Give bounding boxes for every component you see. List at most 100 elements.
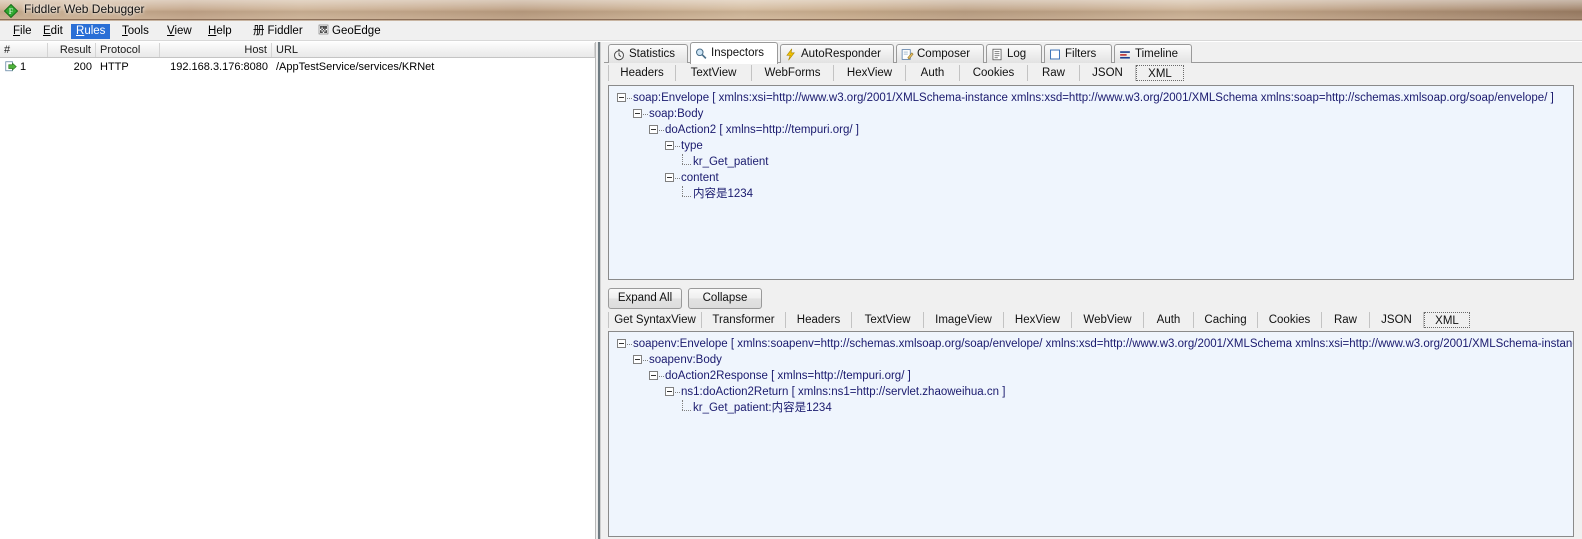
tree-node[interactable]: soapenv:Body bbox=[649, 352, 722, 368]
request-tab-cookies[interactable]: Cookies bbox=[960, 65, 1028, 81]
response-tab-hexview[interactable]: HexView bbox=[1004, 312, 1072, 328]
tab-label: Composer bbox=[917, 48, 971, 60]
tree-expander-icon[interactable] bbox=[617, 93, 626, 102]
stopwatch-icon bbox=[614, 49, 624, 61]
tree-node[interactable]: soap:Body bbox=[649, 106, 703, 122]
tab-log[interactable]: Log bbox=[986, 44, 1042, 63]
tree-connector-line bbox=[627, 98, 632, 100]
tree-node[interactable]: kr_Get_patient bbox=[693, 154, 768, 170]
response-tab-textview[interactable]: TextView bbox=[852, 312, 924, 328]
response-xml-tree[interactable]: soapenv:Envelope [ xmlns:soapenv=http://… bbox=[608, 331, 1574, 537]
request-tab-json[interactable]: JSON bbox=[1080, 65, 1136, 81]
session-list-pane: # Result Protocol Host URL 1 200 HTTP 192.168.3… bbox=[0, 42, 596, 539]
tab-composer[interactable]: Composer bbox=[896, 44, 984, 63]
fiddler-menu-cjk-glyph: 册 bbox=[253, 25, 265, 37]
titlebar-glass-sheen bbox=[0, 0, 1582, 9]
expand-all-button[interactable]: Expand All bbox=[608, 288, 682, 309]
response-tab-get-syntaxview[interactable]: Get SyntaxView bbox=[608, 312, 702, 328]
tree-node[interactable]: doAction2Response [ xmlns=http://tempuri… bbox=[665, 368, 911, 384]
column-header-host[interactable]: Host bbox=[160, 43, 272, 57]
table-row[interactable]: 1 200 HTTP 192.168.3.176:8080/AppTestServic… bbox=[0, 59, 595, 75]
column-header-num[interactable]: # bbox=[0, 43, 48, 57]
menu-item-label: Edit bbox=[43, 25, 63, 37]
collapse-button[interactable]: Collapse bbox=[688, 288, 762, 309]
response-tab-cookies[interactable]: Cookies bbox=[1258, 312, 1322, 328]
response-tab-raw[interactable]: Raw bbox=[1322, 312, 1370, 328]
tree-expander-icon[interactable] bbox=[665, 141, 674, 150]
request-tab-headers[interactable]: Headers bbox=[608, 65, 676, 81]
qr-noise-icon bbox=[318, 24, 329, 35]
tree-connector-line bbox=[675, 178, 680, 180]
cell-url: /AppTestService/services/KRNet bbox=[276, 61, 435, 73]
column-header-url[interactable]: URL bbox=[272, 43, 595, 57]
tab-statistics[interactable]: Statistics bbox=[608, 44, 688, 63]
tab-filters[interactable]: Filters bbox=[1044, 44, 1112, 63]
request-tab-xml[interactable]: XML bbox=[1136, 65, 1184, 81]
menu-item-label: View bbox=[167, 25, 192, 37]
tab-label: Inspectors bbox=[711, 47, 765, 59]
tab-label: Timeline bbox=[1135, 48, 1179, 60]
response-tab-caching[interactable]: Caching bbox=[1194, 312, 1258, 328]
tree-connector-line bbox=[682, 196, 691, 198]
menu-item-file[interactable]: File bbox=[8, 24, 37, 39]
tree-node[interactable]: soapenv:Envelope [ xmlns:soapenv=http://… bbox=[633, 336, 1573, 352]
tree-expander-icon[interactable] bbox=[665, 173, 674, 182]
tree-connector-line bbox=[675, 146, 680, 148]
tree-expander-icon[interactable] bbox=[633, 355, 642, 364]
tree-expander-icon[interactable] bbox=[617, 339, 626, 348]
tree-expander-icon[interactable] bbox=[649, 125, 658, 134]
tab-autoresponder[interactable]: AutoResponder bbox=[780, 44, 894, 63]
tab-timeline[interactable]: Timeline bbox=[1114, 44, 1192, 63]
request-tab-auth[interactable]: Auth bbox=[906, 65, 960, 81]
menu-item-edit[interactable]: Edit bbox=[38, 24, 68, 39]
magnifier-icon bbox=[696, 48, 707, 59]
request-tab-webforms[interactable]: WebForms bbox=[752, 65, 834, 81]
tab-label: Filters bbox=[1065, 48, 1097, 60]
menu-item-fiddler[interactable]: 册 Fiddler bbox=[248, 24, 308, 39]
tree-connector-line bbox=[659, 376, 664, 378]
menu-item-tools[interactable]: Tools bbox=[117, 24, 154, 39]
tree-connector-line bbox=[682, 164, 691, 166]
menu-item-geoedge[interactable]: GeoEdge bbox=[313, 24, 386, 39]
response-tab-xml[interactable]: XML bbox=[1424, 312, 1470, 328]
column-header-result[interactable]: Result bbox=[48, 43, 96, 57]
tree-node[interactable]: content bbox=[681, 170, 719, 186]
tree-connector-line bbox=[682, 186, 684, 196]
main-tabstrip: Statistics Inspectors AutoResponder Compose… bbox=[604, 42, 1582, 64]
tree-node[interactable]: kr_Get_patient:内容是1234 bbox=[693, 400, 832, 416]
response-tab-transformer[interactable]: Transformer bbox=[702, 312, 786, 328]
tree-expander-icon[interactable] bbox=[665, 387, 674, 396]
menu-item-help[interactable]: Help bbox=[203, 24, 237, 39]
tree-node[interactable]: ns1:doAction2Return [ xmlns:ns1=http://s… bbox=[681, 384, 1005, 400]
menu-item-label: Tools bbox=[122, 25, 149, 37]
request-tab-hexview[interactable]: HexView bbox=[834, 65, 906, 81]
response-tab-json[interactable]: JSON bbox=[1370, 312, 1424, 328]
response-tab-auth[interactable]: Auth bbox=[1144, 312, 1194, 328]
request-arrow-icon bbox=[5, 61, 17, 72]
response-tab-imageview[interactable]: ImageView bbox=[924, 312, 1004, 328]
tree-node[interactable]: 内容是1234 bbox=[693, 186, 753, 202]
tree-connector-line bbox=[675, 392, 680, 394]
column-header-protocol[interactable]: Protocol bbox=[96, 43, 160, 57]
request-tab-raw[interactable]: Raw bbox=[1028, 65, 1080, 81]
menu-item-rules[interactable]: Rules bbox=[71, 24, 111, 39]
tree-expander-icon[interactable] bbox=[649, 371, 658, 380]
tab-label: Statistics bbox=[629, 48, 676, 60]
tab-label: Log bbox=[1007, 48, 1027, 60]
tree-node[interactable]: soap:Envelope [ xmlns:xsi=http://www.w3.… bbox=[633, 90, 1554, 106]
response-tab-webview[interactable]: WebView bbox=[1072, 312, 1144, 328]
tab-inspectors[interactable]: Inspectors bbox=[690, 42, 778, 64]
tree-connector-line bbox=[682, 400, 684, 410]
session-list-header: # Result Protocol Host URL bbox=[0, 42, 595, 58]
menu-item-label: GeoEdge bbox=[332, 25, 381, 37]
tree-expander-icon[interactable] bbox=[633, 109, 642, 118]
title-bar: F Fiddler Web Debugger bbox=[0, 0, 1582, 21]
menu-item-view[interactable]: View bbox=[162, 24, 197, 39]
tree-node[interactable]: type bbox=[681, 138, 703, 154]
svg-text:F: F bbox=[9, 7, 14, 16]
response-tab-headers[interactable]: Headers bbox=[786, 312, 852, 328]
request-xml-tree[interactable]: soap:Envelope [ xmlns:xsi=http://www.w3.… bbox=[608, 85, 1574, 280]
tree-node[interactable]: doAction2 [ xmlns=http://tempuri.org/ ] bbox=[665, 122, 859, 138]
request-tab-textview[interactable]: TextView bbox=[676, 65, 752, 81]
pane-splitter-handle[interactable] bbox=[597, 42, 601, 539]
